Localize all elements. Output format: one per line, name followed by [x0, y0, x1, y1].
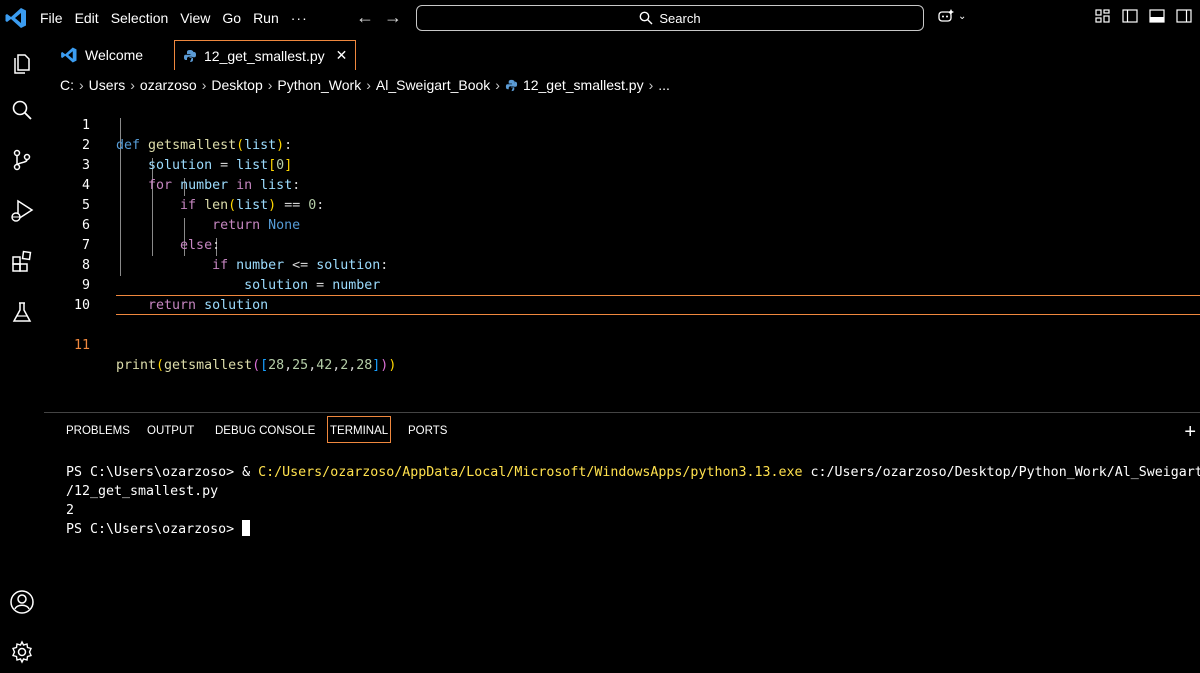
toggle-secondary-sidebar-icon[interactable]	[1176, 8, 1192, 24]
files-icon	[14, 54, 30, 74]
menu-bar: File Edit Selection View Go Run ···	[40, 0, 320, 36]
manage-button[interactable]	[0, 632, 44, 672]
chevron-right-icon: ›	[648, 77, 654, 93]
back-arrow-icon[interactable]: ←	[356, 7, 374, 28]
copilot-icon	[938, 9, 954, 22]
current-line-highlight	[116, 295, 1200, 315]
terminal-script-path-cont: /12_get_smallest.py	[66, 484, 219, 499]
menu-selection[interactable]: Selection	[111, 10, 178, 26]
python-file-icon	[184, 49, 196, 62]
breadcrumb-item[interactable]: C:	[60, 77, 74, 93]
source-control-button[interactable]	[0, 140, 44, 180]
flask-icon	[12, 302, 32, 322]
terminal-output-line: 2	[66, 503, 75, 518]
search-icon	[12, 100, 32, 120]
account-icon	[10, 590, 34, 614]
chevron-right-icon: ›	[267, 77, 273, 93]
vscode-logo-icon	[5, 8, 26, 28]
code-line-current: 11 print(getsmallest([28,25,42,2,28]))	[44, 295, 1200, 373]
code-line: 3 for number in list:	[44, 136, 1200, 193]
chevron-down-icon: ⌄	[958, 10, 967, 22]
search-label: Search	[659, 10, 701, 26]
title-bar: File Edit Selection View Go Run ··· ← → …	[0, 0, 1200, 36]
code-line: 5 return None	[44, 176, 1200, 233]
breadcrumb-item[interactable]: ...	[658, 77, 670, 93]
chevron-right-icon: ›	[130, 77, 135, 93]
vscode-logo-icon	[61, 47, 77, 63]
code-line: 10	[44, 276, 1200, 313]
testing-button[interactable]	[0, 292, 44, 332]
command-center-search[interactable]: Search	[416, 5, 924, 31]
code-line: 4 if len(list) == 0:	[44, 156, 1200, 213]
terminal-prompt: PS C:\Users\ozarzoso>	[66, 522, 243, 537]
extensions-icon	[12, 250, 32, 272]
line-number: 11	[73, 338, 90, 353]
breadcrumb-item[interactable]: Users	[89, 77, 126, 93]
close-icon[interactable]: ✕	[336, 47, 348, 64]
accounts-button[interactable]	[0, 582, 44, 622]
toggle-panel-icon[interactable]	[1149, 8, 1165, 24]
menu-file[interactable]: File	[40, 10, 72, 26]
python-file-icon	[505, 79, 518, 91]
terminal-output[interactable]: PS C:\Users\ozarzoso> & C:/Users/ozarzos…	[66, 463, 1200, 539]
menu-more[interactable]: ···	[291, 10, 317, 26]
terminal-cursor	[242, 520, 251, 536]
tab-12-get-smallest[interactable]: 12_get_smallest.py ✕	[174, 40, 357, 70]
customize-layout-icon[interactable]	[1095, 8, 1111, 24]
bottom-panel: PROBLEMS OUTPUT DEBUG CONSOLE TERMINAL P…	[44, 412, 1200, 673]
chevron-right-icon: ›	[366, 77, 371, 93]
menu-go[interactable]: Go	[222, 10, 250, 26]
panel-tabs: PROBLEMS OUTPUT DEBUG CONSOLE TERMINAL P…	[44, 413, 1200, 449]
chevron-right-icon: ›	[495, 77, 500, 93]
run-debug-icon	[11, 199, 34, 222]
code-line: 2 solution = list[0]	[44, 116, 1200, 173]
search-view-button[interactable]	[0, 90, 44, 130]
search-icon	[639, 11, 653, 25]
chevron-right-icon: ›	[79, 77, 84, 93]
tab-active-label: 12_get_smallest.py	[204, 47, 325, 64]
tab-debug-console[interactable]: DEBUG CONSOLE	[215, 425, 315, 437]
activity-bar	[0, 36, 45, 672]
breadcrumb-item[interactable]: Python_Work	[277, 77, 361, 93]
tab-welcome-label: Welcome	[85, 47, 144, 63]
gear-icon	[12, 640, 32, 664]
code-editor[interactable]: 1 def getsmallest(list): 2 solution = li…	[44, 96, 1200, 412]
menu-view[interactable]: View	[180, 10, 219, 26]
terminal-exe-path: C:/Users/ozarzoso/AppData/Local/Microsof…	[258, 465, 803, 480]
chevron-right-icon: ›	[201, 77, 207, 93]
editor-tabs: Welcome 12_get_smallest.py ✕	[44, 36, 1200, 72]
toggle-primary-sidebar-icon[interactable]	[1122, 8, 1138, 24]
breadcrumb-item[interactable]: ozarzoso	[140, 77, 197, 93]
tab-output[interactable]: OUTPUT	[147, 425, 194, 437]
run-debug-button[interactable]	[0, 191, 44, 231]
breadcrumb-item[interactable]: Desktop	[211, 77, 262, 93]
add-terminal-icon[interactable]: +	[1184, 421, 1196, 444]
code-text: print(getsmallest([28,25,42,2,28]))	[116, 358, 397, 373]
breadcrumb-item[interactable]: 12_get_smallest.py	[523, 77, 644, 93]
breadcrumb-item[interactable]: Al_Sweigart_Book	[376, 77, 490, 93]
code-line: 7 if number <= solution:	[44, 216, 1200, 273]
explorer-button[interactable]	[0, 42, 44, 82]
menu-run[interactable]: Run	[253, 10, 288, 26]
tab-ports[interactable]: PORTS	[408, 425, 447, 437]
breadcrumb: C: › Users › ozarzoso › Desktop › Python…	[60, 75, 670, 95]
source-control-icon	[13, 149, 31, 171]
menu-edit[interactable]: Edit	[75, 10, 108, 26]
tab-terminal[interactable]: TERMINAL	[327, 416, 392, 443]
tab-welcome[interactable]: Welcome	[52, 40, 151, 70]
tab-problems[interactable]: PROBLEMS	[66, 425, 130, 437]
terminal-script-path: c:/Users/ozarzoso/Desktop/Python_Work/Al…	[802, 465, 1200, 480]
code-line: 6 else:	[44, 196, 1200, 253]
code-line: 9 return solution	[44, 256, 1200, 313]
terminal-prompt: PS C:\Users\ozarzoso>	[66, 465, 243, 480]
code-line: 8 solution = number	[44, 236, 1200, 293]
copilot-button[interactable]: ⌄	[937, 8, 966, 24]
code-line: 1 def getsmallest(list):	[44, 96, 1200, 153]
terminal-amp: &	[242, 465, 259, 480]
extensions-button[interactable]	[0, 242, 44, 282]
forward-arrow-icon[interactable]: →	[384, 7, 402, 28]
